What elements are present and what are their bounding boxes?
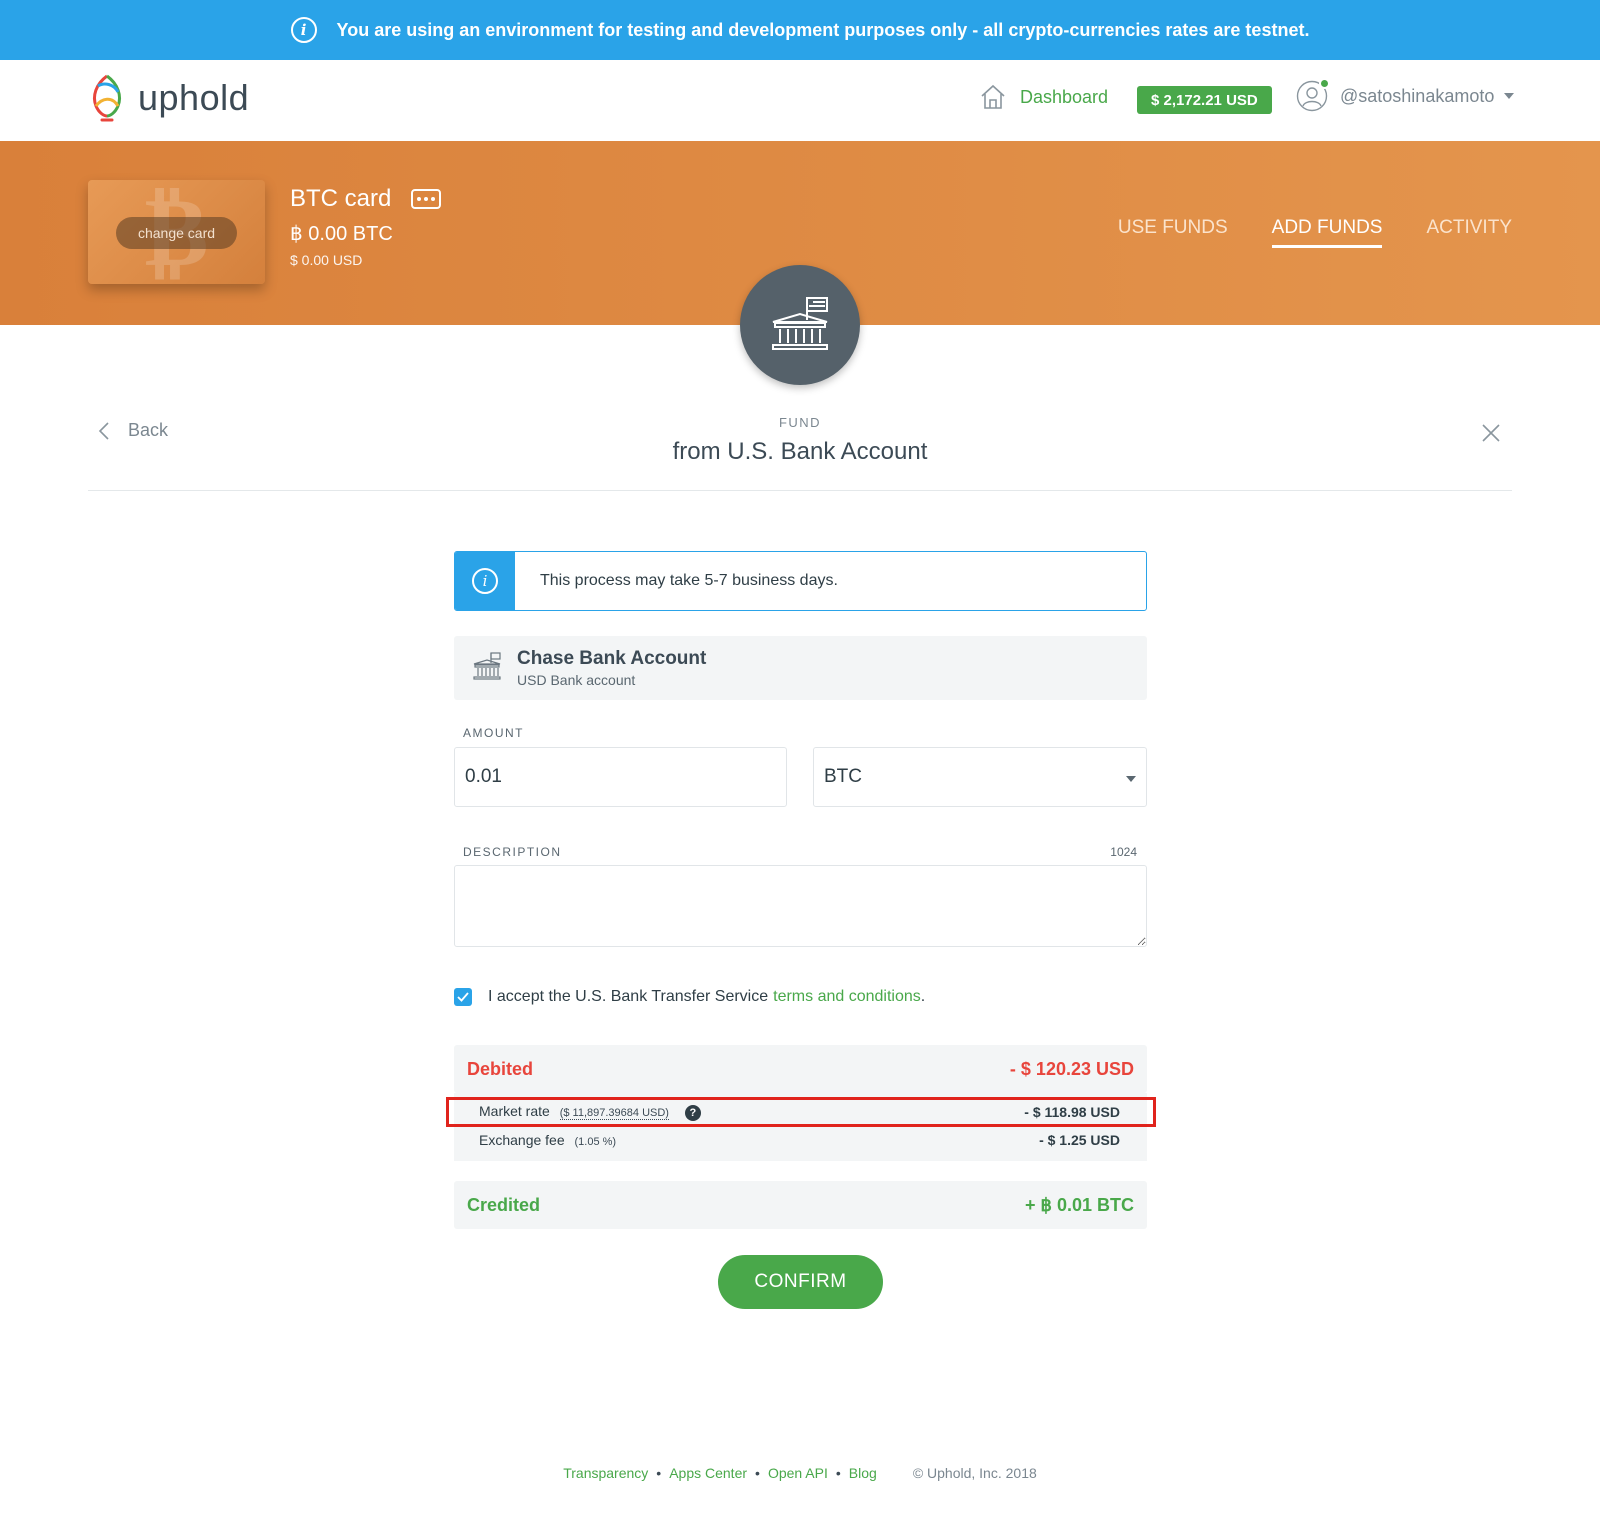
footer-link-open-api[interactable]: Open API [768, 1465, 828, 1481]
online-status-dot [1319, 78, 1330, 89]
top-navigation: uphold Dashboard $ 2,172.21 USD @satoshi… [0, 60, 1600, 141]
info-message: This process may take 5-7 business days. [540, 572, 838, 589]
footer-separator: • [656, 1465, 662, 1481]
credited-label: Credited [467, 1194, 541, 1215]
close-button[interactable] [1482, 424, 1500, 447]
bank-icon [473, 652, 501, 680]
username: @satoshinakamoto [1340, 85, 1495, 106]
avatar [1296, 78, 1330, 112]
fee-breakdown: Market rate ($ 11,897.39684 USD) ? - $ 1… [446, 1093, 1156, 1161]
more-options-icon[interactable] [411, 189, 442, 209]
checkmark-icon [457, 992, 469, 1002]
card-title: BTC card [290, 185, 442, 213]
tab-add-funds[interactable]: ADD FUNDS [1271, 217, 1383, 248]
description-label: DESCRIPTION [463, 845, 562, 859]
debited-row: Debited - $ 120.23 USD [454, 1045, 1147, 1093]
chevron-down-icon [1126, 776, 1136, 782]
change-card-button[interactable]: change card [116, 217, 237, 249]
header-divider [88, 490, 1512, 491]
market-rate-highlight [446, 1097, 1156, 1127]
card-balance: ฿ 0.00 BTC [290, 223, 393, 245]
bank-method-badge [740, 265, 860, 385]
currency-select[interactable]: BTC [813, 747, 1147, 807]
card-thumbnail[interactable]: ₿ change card [88, 180, 265, 284]
fund-eyebrow: FUND [778, 415, 822, 430]
accept-text: I accept the U.S. Bank Transfer Service [488, 988, 769, 1005]
footer-separator: • [835, 1465, 841, 1481]
debited-label: Debited [467, 1058, 534, 1079]
copyright: © Uphold, Inc. 2018 [912, 1465, 1037, 1481]
terms-link[interactable]: terms and conditions [773, 988, 921, 1006]
close-icon [1482, 424, 1500, 442]
logo-text: uphold [138, 77, 250, 118]
accept-terms-checkbox[interactable] [454, 988, 472, 1006]
test-environment-banner: i You are using an environment for testi… [0, 0, 1600, 60]
amount-label: AMOUNT [463, 726, 524, 740]
footer: Transparency • Apps Center • Open API • Blog © … [0, 1465, 1600, 1481]
uphold-logo[interactable]: uphold [88, 72, 249, 124]
info-icon: i [290, 17, 317, 43]
banner-text: You are using an environment for testing… [336, 19, 1310, 40]
exchange-fee-detail: (1.05 %) [574, 1136, 617, 1148]
credited-amount: + ฿ 0.01 BTC [1025, 1194, 1134, 1215]
confirm-button[interactable]: CONFIRM [718, 1255, 883, 1309]
footer-separator: • [755, 1465, 760, 1481]
exchange-fee-row: Exchange fee (1.05 %) - $ 1.25 USD [454, 1127, 1147, 1153]
info-icon-column: i [455, 552, 515, 610]
tab-activity[interactable]: ACTIVITY [1426, 217, 1512, 248]
card-name: BTC card [290, 185, 392, 212]
exchange-fee-label: Exchange fee [479, 1132, 565, 1148]
dashboard-link[interactable]: Dashboard [980, 84, 1108, 110]
page-title: from U.S. Bank Account [672, 438, 928, 465]
home-icon [981, 84, 1005, 109]
total-balance-badge[interactable]: $ 2,172.21 USD [1137, 86, 1272, 114]
uphold-logo-icon [92, 74, 122, 122]
description-input[interactable] [454, 865, 1147, 947]
exchange-fee-amount: - $ 1.25 USD [1039, 1132, 1120, 1148]
currency-selected-value: BTC [824, 766, 862, 787]
chevron-down-icon [1504, 93, 1515, 99]
bank-flag-icon [772, 297, 828, 350]
amount-input[interactable] [454, 747, 787, 807]
accept-period: . [920, 988, 926, 1005]
terms-acceptance: I accept the U.S. Bank Transfer Service … [454, 988, 925, 1006]
card-balance-usd: $ 0.00 USD [290, 252, 363, 268]
footer-link-apps-center[interactable]: Apps Center [669, 1465, 747, 1481]
card-tabs: USE FUNDS ADD FUNDS ACTIVITY [1118, 217, 1512, 248]
footer-link-transparency[interactable]: Transparency [563, 1465, 648, 1481]
info-notice: i This process may take 5-7 business day… [454, 551, 1147, 611]
user-menu[interactable]: @satoshinakamoto [1296, 78, 1515, 112]
bank-account-name: Chase Bank Account [517, 648, 707, 669]
bank-account-type: USD Bank account [517, 672, 636, 688]
dashboard-label: Dashboard [1020, 86, 1109, 107]
source-bank-account[interactable]: Chase Bank Account USD Bank account [454, 636, 1147, 700]
credited-row: Credited + ฿ 0.01 BTC [454, 1181, 1147, 1229]
debited-amount: - $ 120.23 USD [1009, 1058, 1134, 1079]
description-char-count: 1024 [1110, 845, 1137, 859]
footer-link-blog[interactable]: Blog [849, 1465, 877, 1481]
info-icon: i [472, 568, 498, 594]
tab-use-funds[interactable]: USE FUNDS [1118, 217, 1228, 248]
